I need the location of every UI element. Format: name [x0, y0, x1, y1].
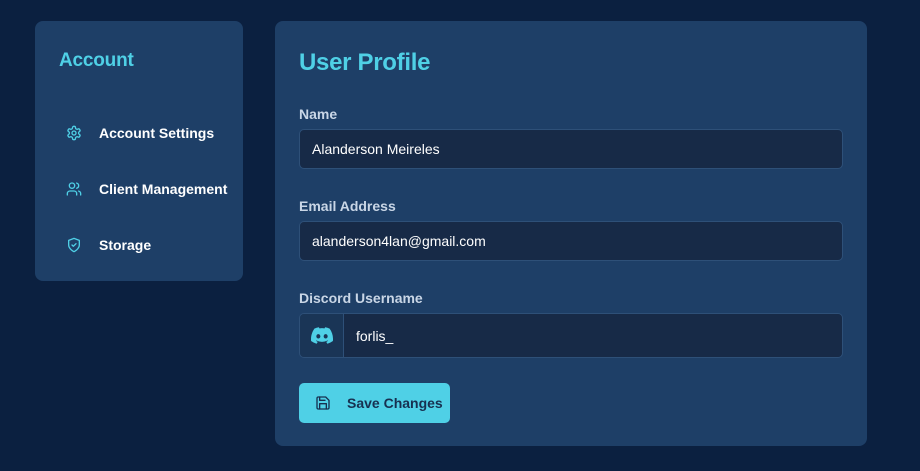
email-label: Email Address: [299, 198, 396, 214]
name-field[interactable]: [299, 129, 843, 169]
sidebar-item-account-settings[interactable]: Account Settings: [59, 121, 249, 145]
sidebar-item-label: Client Management: [99, 181, 228, 197]
discord-input-group: [299, 313, 843, 358]
sidebar-item-label: Account Settings: [99, 125, 215, 141]
user-profile-panel: User Profile Name Email Address Discord …: [275, 21, 867, 446]
discord-icon: [300, 314, 344, 357]
sidebar-title: Account: [59, 50, 134, 71]
sidebar-item-client-management[interactable]: Client Management: [59, 177, 249, 201]
sidebar-item-storage[interactable]: Storage: [59, 233, 249, 257]
save-button-label: Save Changes: [347, 395, 443, 411]
discord-label: Discord Username: [299, 290, 423, 306]
save-changes-button[interactable]: Save Changes: [299, 383, 450, 423]
sidebar-item-label: Storage: [99, 237, 152, 253]
page-title: User Profile: [299, 49, 431, 76]
shield-icon: [59, 233, 89, 257]
gear-icon: [59, 121, 89, 145]
email-field[interactable]: [299, 221, 843, 261]
sidebar: Account Account Settings Client Manageme…: [35, 21, 243, 281]
users-icon: [59, 177, 89, 201]
discord-username-field[interactable]: [344, 314, 842, 357]
save-icon: [315, 395, 331, 411]
name-label: Name: [299, 106, 338, 122]
